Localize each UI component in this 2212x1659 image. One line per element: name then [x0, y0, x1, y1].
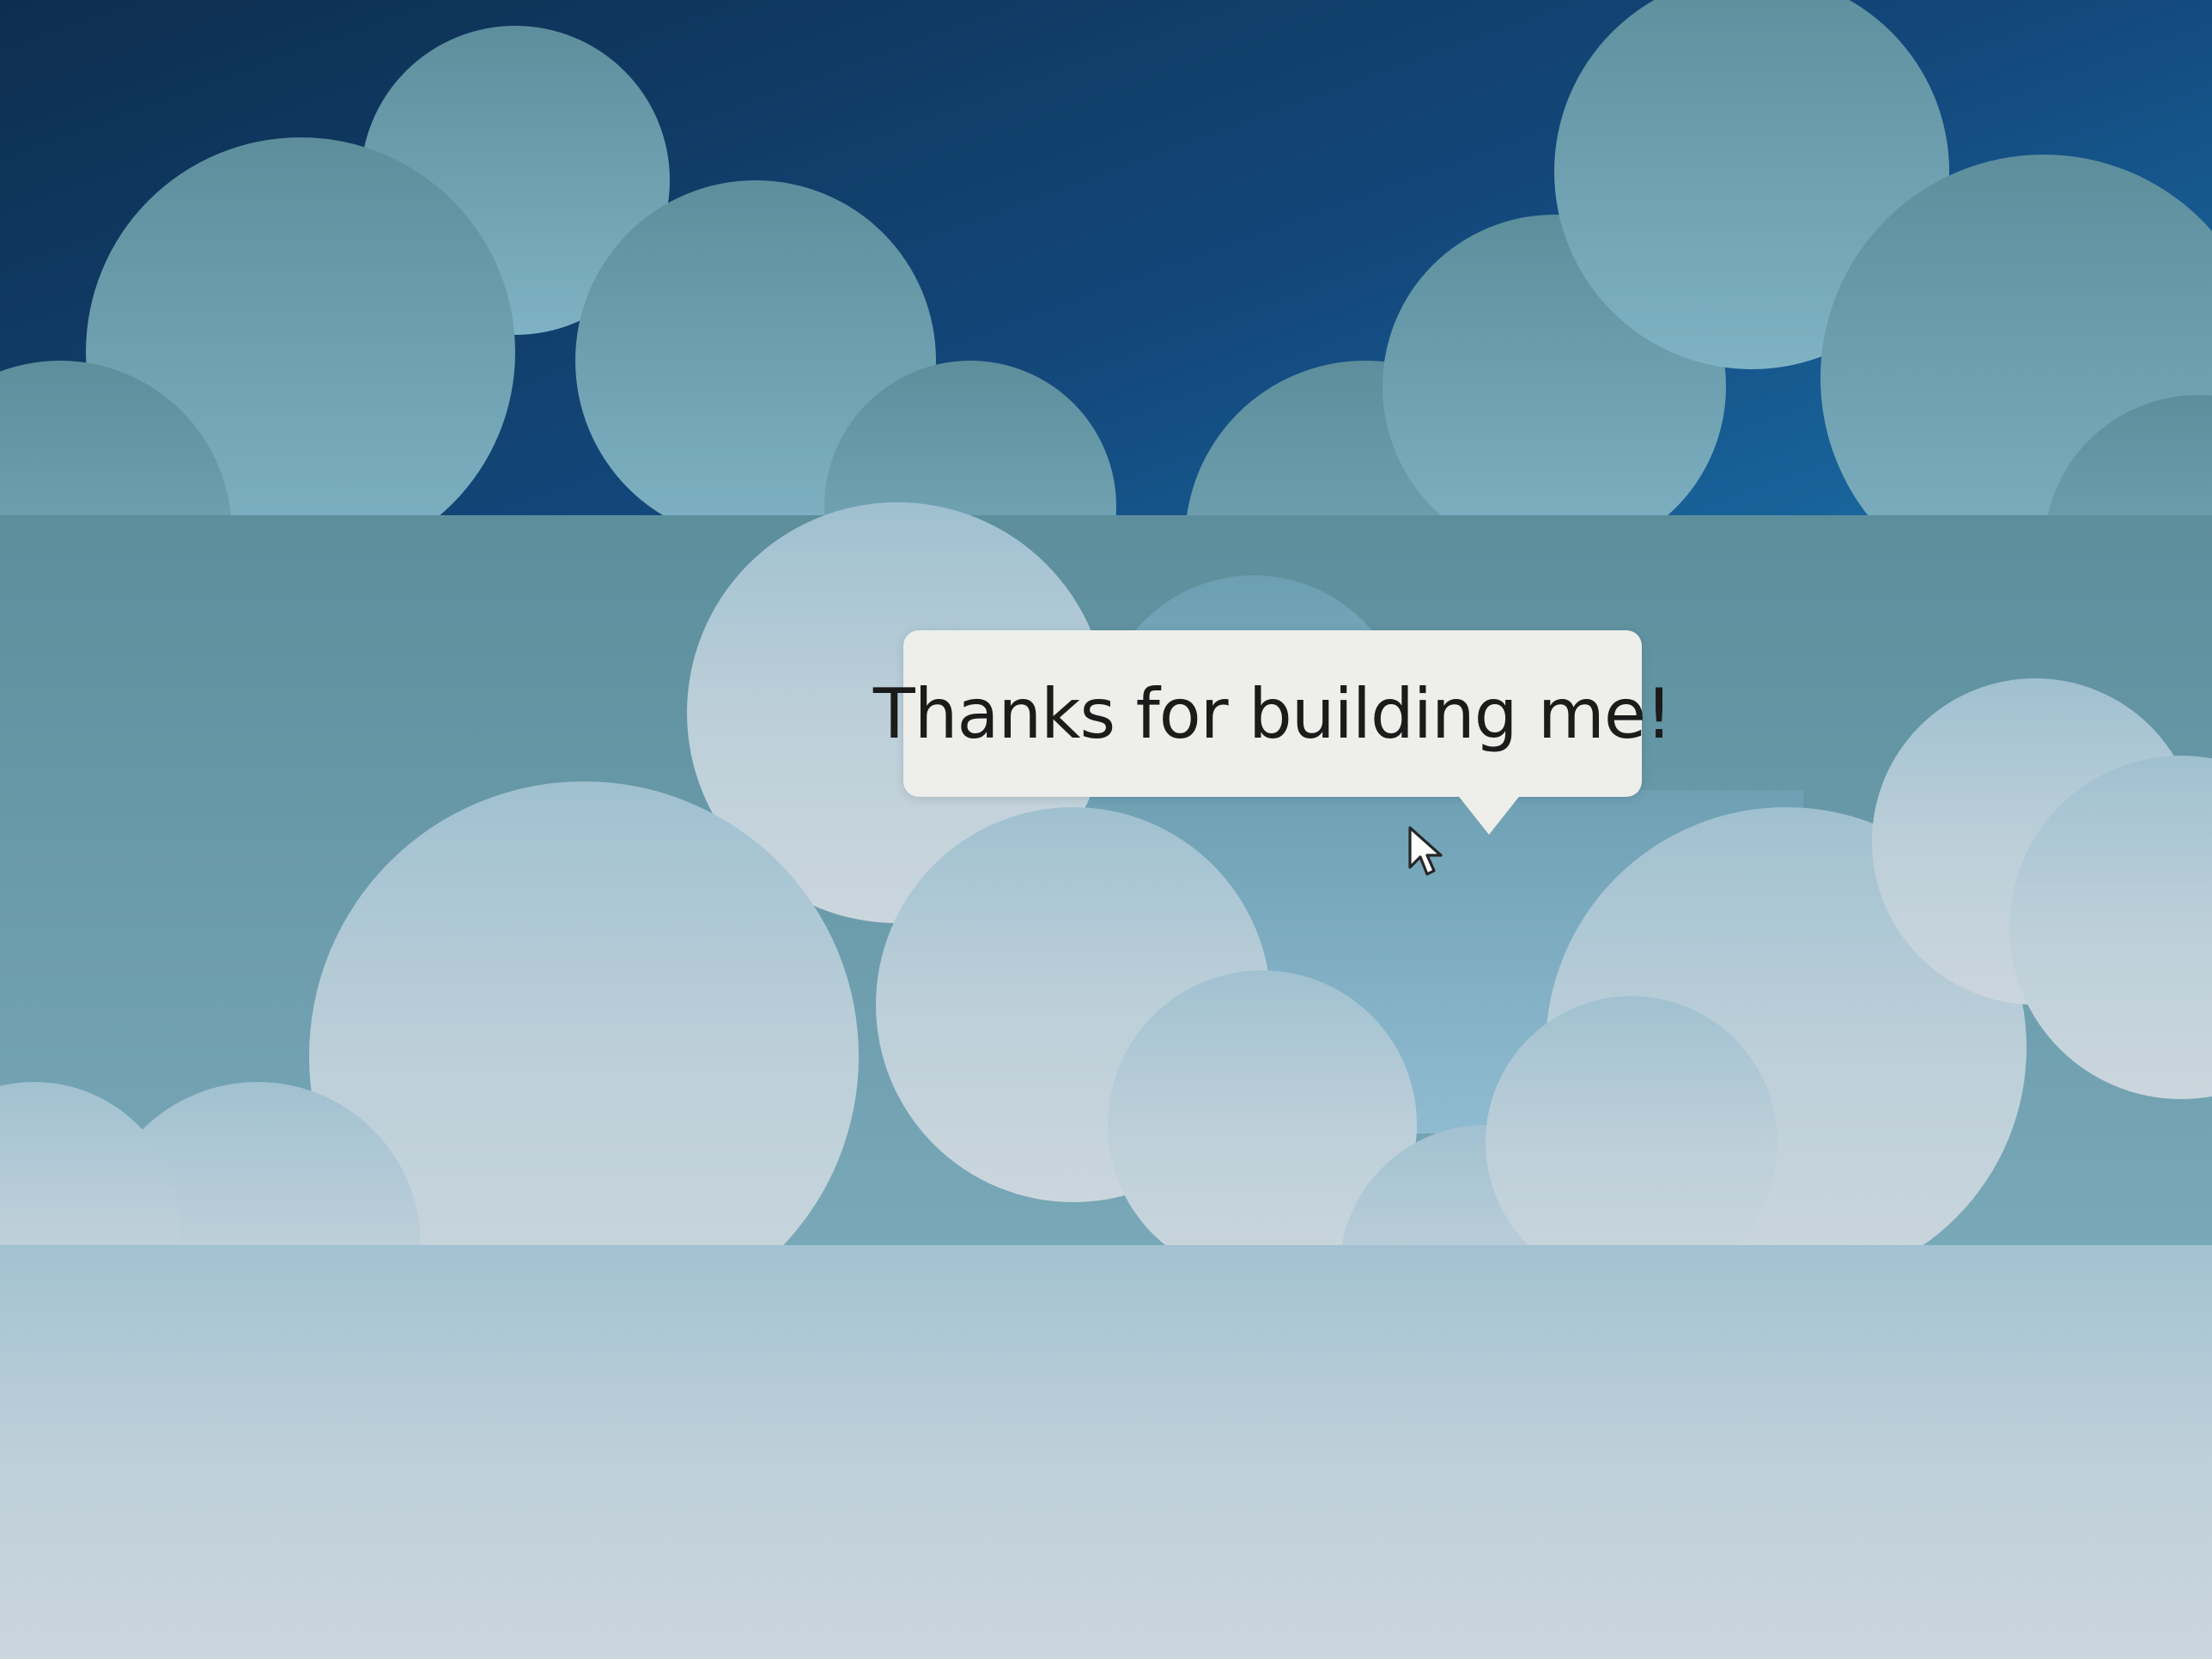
tooltip-tail: [1456, 793, 1522, 835]
arrow-pointer-icon: [1408, 826, 1443, 876]
tooltip-message: Thanks for building me!: [872, 673, 1673, 754]
cloud-background: [0, 0, 2212, 1659]
speech-bubble-tooltip: Thanks for building me!: [873, 630, 1673, 797]
desktop-stage: Thanks for building me!: [0, 0, 2212, 1659]
